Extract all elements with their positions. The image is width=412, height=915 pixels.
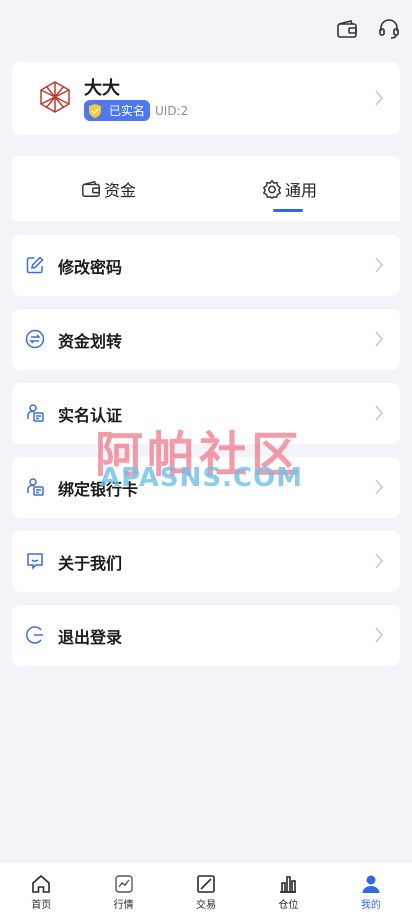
- nav-label: 交易: [196, 900, 217, 911]
- menu-label: 关于我们: [58, 554, 123, 573]
- nav-label: 我的: [360, 900, 381, 911]
- user-icon: [362, 875, 380, 893]
- chat-icon: [27, 553, 43, 570]
- home-icon: [32, 874, 51, 893]
- top-bar: [334, 16, 402, 42]
- avatar: [38, 80, 72, 114]
- chevron-right-icon: [375, 331, 384, 347]
- market-icon: [114, 875, 133, 893]
- tab-general-label: 通用: [284, 180, 317, 200]
- trade-icon: [197, 875, 215, 893]
- id-card-icon: [27, 404, 44, 422]
- profile-page: 大大 已实名 UID:2 资金 通用 修改密码 资金划转 实名认证 绑定银行卡 …: [0, 0, 412, 915]
- shield-icon: [89, 103, 101, 118]
- menu-change-password[interactable]: 修改密码: [12, 235, 400, 296]
- position-icon: [280, 876, 297, 893]
- nav-mine[interactable]: 我的: [330, 862, 412, 915]
- chevron-right-icon: [375, 405, 384, 421]
- nav-label: 仓位: [278, 900, 299, 911]
- edit-icon: [26, 256, 44, 274]
- transfer-icon: [25, 329, 45, 349]
- profile-card[interactable]: 大大 已实名 UID:2: [12, 62, 400, 135]
- wallet-icon: [82, 180, 100, 197]
- wallet-icon[interactable]: [334, 16, 360, 42]
- menu-about-us[interactable]: 关于我们: [12, 531, 400, 592]
- verification-row: 已实名 UID:2: [84, 100, 188, 121]
- profile-name: 大大: [84, 78, 120, 99]
- menu-label: 退出登录: [58, 628, 123, 647]
- nav-home[interactable]: 首页: [0, 862, 82, 915]
- tab-funds-label: 资金: [103, 180, 136, 200]
- nav-position[interactable]: 仓位: [247, 862, 329, 915]
- chevron-right-icon: [375, 479, 384, 495]
- chevron-right-icon: [375, 257, 384, 273]
- nav-label: 行情: [113, 900, 134, 911]
- menu-label: 资金划转: [58, 332, 123, 351]
- active-tab-indicator: [272, 209, 303, 212]
- user-uid: UID:2: [155, 103, 189, 118]
- nav-label: 首页: [31, 900, 52, 911]
- headset-icon[interactable]: [376, 16, 402, 42]
- nav-market[interactable]: 行情: [82, 862, 164, 915]
- verified-label: 已实名: [109, 104, 146, 118]
- bottom-navigation: 首页 行情 交易 仓位 我的: [0, 861, 412, 915]
- menu-logout[interactable]: 退出登录: [12, 605, 400, 666]
- chevron-right-icon: [375, 627, 384, 643]
- tab-general[interactable]: 通用: [199, 156, 400, 221]
- nav-trade[interactable]: 交易: [165, 862, 247, 915]
- chevron-right-icon: [375, 90, 384, 106]
- chevron-right-icon: [375, 553, 384, 569]
- tab-funds[interactable]: 资金: [12, 156, 199, 221]
- watermark-url: APASNS.COM: [100, 463, 304, 493]
- menu-label: 修改密码: [58, 258, 123, 277]
- verified-badge: 已实名: [84, 100, 151, 121]
- tab-bar: 资金 通用: [12, 156, 400, 221]
- menu-fund-transfer[interactable]: 资金划转: [12, 309, 400, 370]
- bank-card-icon: [27, 478, 44, 496]
- gear-icon: [262, 179, 282, 199]
- logout-icon: [26, 626, 43, 644]
